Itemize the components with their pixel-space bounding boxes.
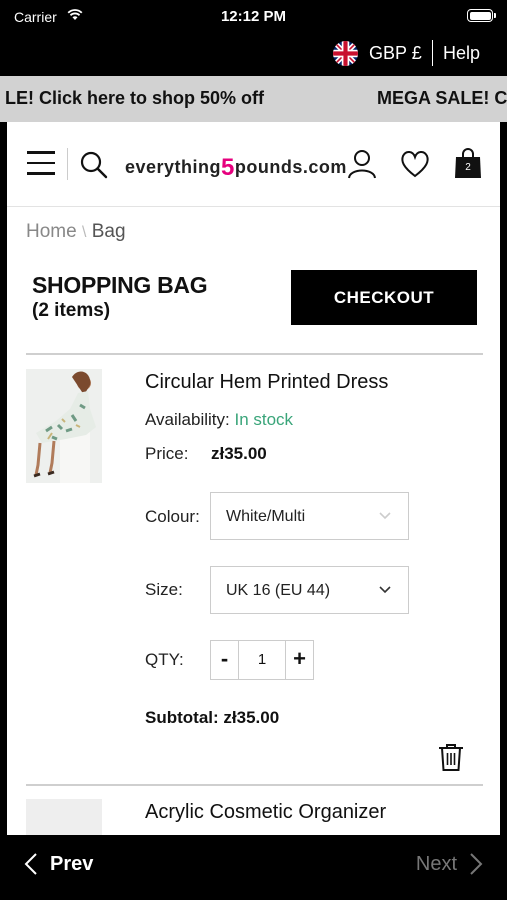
chevron-left-icon	[24, 853, 37, 875]
breadcrumb-separator: \	[81, 224, 87, 241]
quantity-stepper: - 1 +	[210, 640, 314, 680]
bottom-nav: Prev Next	[0, 835, 507, 900]
qty-label: QTY:	[145, 650, 184, 669]
wishlist-heart-icon[interactable]	[400, 150, 430, 178]
subtotal: Subtotal: zł35.00	[145, 708, 280, 727]
breadcrumb-home-link[interactable]: Home	[26, 221, 77, 242]
currency-selector[interactable]: GBP £	[369, 43, 422, 64]
colour-select[interactable]: White/Multi	[210, 492, 409, 540]
chevron-right-icon	[470, 853, 483, 875]
bag-count-badge: 2	[465, 162, 471, 173]
account-icon[interactable]	[347, 149, 377, 179]
chevron-down-icon	[379, 586, 391, 594]
item-count: (2 items)	[32, 300, 111, 321]
qty-increase-button[interactable]: +	[286, 641, 313, 679]
breadcrumb: Home \ Bag	[26, 221, 126, 243]
checkout-button[interactable]: CHECKOUT	[291, 270, 477, 325]
divider	[67, 148, 68, 180]
battery-icon	[467, 9, 496, 22]
product-image[interactable]	[26, 369, 102, 483]
colour-label: Colour:	[145, 507, 200, 526]
top-bar: GBP £ Help	[0, 34, 507, 76]
prev-button[interactable]: Prev	[24, 852, 93, 876]
product-photo	[26, 369, 102, 483]
product-name[interactable]: Acrylic Cosmetic Organizer	[145, 801, 386, 824]
next-button[interactable]: Next	[416, 852, 483, 876]
page-title: SHOPPING BAG	[32, 272, 208, 298]
product-name[interactable]: Circular Hem Printed Dress	[145, 371, 388, 394]
product-image[interactable]	[26, 799, 102, 835]
search-icon[interactable]	[80, 151, 108, 179]
availability: Availability: In stock	[145, 410, 294, 429]
stock-status: In stock	[234, 410, 294, 429]
clock: 12:12 PM	[220, 8, 287, 25]
qty-decrease-button[interactable]: -	[211, 641, 238, 679]
menu-icon[interactable]	[27, 151, 55, 177]
status-bar: Carrier 12:12 PM	[0, 0, 507, 34]
promo-text[interactable]: LE! Click here to shop 50% off	[5, 88, 264, 109]
price-label: Price:	[145, 444, 189, 463]
site-logo[interactable]: everything5pounds.com	[125, 152, 347, 181]
price-value: zł35.00	[211, 444, 267, 463]
size-select[interactable]: UK 16 (EU 44)	[210, 566, 409, 614]
trash-icon[interactable]	[438, 743, 464, 771]
help-link[interactable]: Help	[443, 43, 480, 64]
divider	[26, 784, 483, 786]
size-label: Size:	[145, 580, 183, 599]
divider	[26, 353, 483, 355]
qty-input[interactable]: 1	[238, 641, 286, 679]
promo-text[interactable]: MEGA SALE! C	[377, 88, 507, 109]
uk-flag-icon[interactable]	[333, 41, 358, 66]
site-header: everything5pounds.com 2	[7, 122, 500, 207]
breadcrumb-current: Bag	[91, 221, 126, 242]
page-content: everything5pounds.com 2 Home \ Bag SHOPP…	[7, 122, 500, 835]
chevron-down-icon	[379, 512, 391, 520]
promo-banner[interactable]: LE! Click here to shop 50% off MEGA SALE…	[0, 76, 507, 122]
divider	[432, 40, 433, 66]
